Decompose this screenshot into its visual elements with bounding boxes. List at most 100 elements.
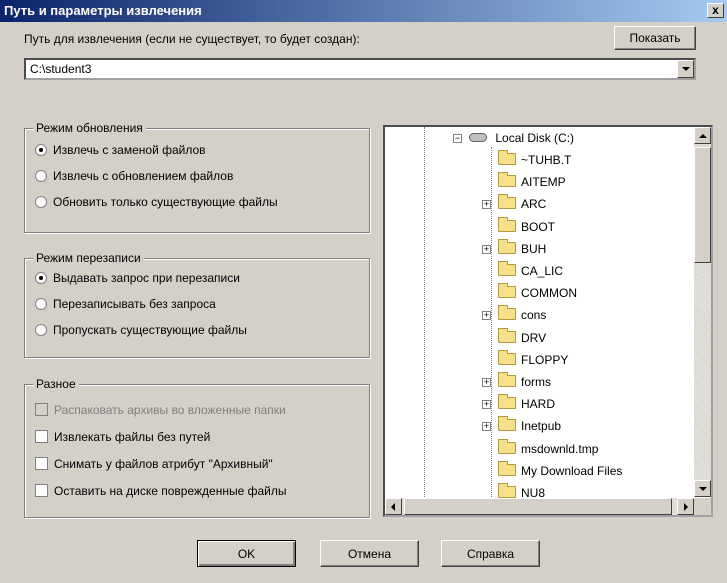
update-mode-option[interactable]: Обновить только существующие файлы bbox=[35, 195, 278, 211]
expand-icon[interactable]: + bbox=[482, 422, 491, 432]
tree-folder-label: ARC bbox=[521, 197, 547, 212]
checkbox[interactable] bbox=[35, 484, 48, 497]
checkbox[interactable] bbox=[35, 430, 48, 443]
disk-icon bbox=[469, 133, 487, 142]
option-label: Извлечь с обновлением файлов bbox=[53, 169, 234, 183]
tree-line bbox=[491, 147, 492, 497]
radio-button[interactable] bbox=[35, 324, 47, 336]
checkbox bbox=[35, 403, 48, 416]
path-dropdown-button[interactable] bbox=[677, 60, 694, 78]
vertical-scrollbar[interactable] bbox=[694, 127, 711, 497]
scroll-left-button[interactable] bbox=[385, 498, 402, 515]
option-label: Обновить только существующие файлы bbox=[53, 195, 278, 209]
help-button[interactable]: Справка bbox=[441, 540, 540, 567]
folder-tree[interactable]: − Local Disk (C:) ~TUHB.T AITEMP + ARC BOOT +… bbox=[383, 125, 713, 517]
radio-button[interactable] bbox=[35, 170, 47, 182]
folder-icon bbox=[498, 283, 516, 299]
collapse-icon[interactable]: − bbox=[453, 134, 462, 143]
arrow-up-icon bbox=[699, 134, 707, 138]
scroll-up-button[interactable] bbox=[694, 127, 711, 144]
tree-folder-item[interactable]: FLOPPY bbox=[498, 349, 569, 371]
tree-folder-item[interactable]: + Inetpub bbox=[482, 416, 561, 437]
expand-icon[interactable]: + bbox=[482, 244, 491, 254]
expand-icon[interactable]: + bbox=[482, 378, 491, 387]
overwrite-mode-option[interactable]: Выдавать запрос при перезаписи bbox=[35, 271, 240, 287]
arrow-down-icon bbox=[699, 487, 707, 491]
radio-button[interactable] bbox=[35, 298, 47, 310]
arrow-right-icon bbox=[684, 503, 688, 511]
tree-folder-label: COMMON bbox=[521, 286, 577, 301]
tree-folder-item[interactable]: ~TUHB.T bbox=[498, 150, 571, 171]
scroll-thumb[interactable] bbox=[694, 147, 711, 263]
update-mode-option[interactable]: Извлечь с заменой файлов bbox=[35, 143, 206, 159]
option-label: Извлечь с заменой файлов bbox=[53, 143, 206, 157]
tree-folder-item[interactable]: CA_LIC bbox=[498, 261, 564, 282]
misc-option[interactable]: Оставить на диске поврежденные файлы bbox=[35, 484, 287, 500]
misc-option[interactable]: Извлекать файлы без путей bbox=[35, 430, 210, 446]
chevron-down-icon bbox=[682, 67, 690, 71]
overwrite-mode-option[interactable]: Перезаписывать без запроса bbox=[35, 297, 216, 313]
folder-icon bbox=[498, 172, 516, 188]
folder-icon bbox=[498, 372, 516, 387]
tree-folder-label: DRV bbox=[521, 330, 547, 345]
tree-folder-item[interactable]: DRV bbox=[498, 327, 547, 349]
title-bar: Путь и параметры извлечения x bbox=[0, 0, 727, 22]
radio-button[interactable] bbox=[35, 196, 47, 208]
hscroll-thumb[interactable] bbox=[404, 498, 672, 515]
tree-folder-label: BUH bbox=[521, 241, 547, 256]
close-button[interactable]: x bbox=[707, 3, 724, 18]
misc-option[interactable]: Снимать у файлов атрибут "Архивный" bbox=[35, 457, 273, 473]
tree-folder-item[interactable]: AITEMP bbox=[498, 172, 566, 193]
horizontal-scrollbar[interactable] bbox=[385, 498, 694, 515]
folder-icon bbox=[498, 327, 516, 343]
tree-folder-item[interactable]: + HARD bbox=[482, 394, 555, 415]
tree-folder-label: FLOPPY bbox=[521, 352, 569, 367]
tree-root[interactable]: − Local Disk (C:) bbox=[453, 131, 575, 149]
option-label: Снимать у файлов атрибут "Архивный" bbox=[54, 457, 273, 471]
tree-folder-item[interactable]: COMMON bbox=[498, 283, 577, 304]
tree-folder-item[interactable]: + BUH bbox=[482, 238, 547, 260]
folder-icon bbox=[498, 483, 516, 498]
cancel-button[interactable]: Отмена bbox=[320, 540, 419, 567]
misc-group: Разное Распаковать архивы во вложенные п… bbox=[24, 377, 370, 518]
folder-icon bbox=[498, 349, 516, 365]
radio-button[interactable] bbox=[35, 144, 47, 156]
folder-icon bbox=[498, 416, 516, 432]
ok-button[interactable]: OK bbox=[197, 540, 296, 567]
update-mode-option[interactable]: Извлечь с обновлением файлов bbox=[35, 169, 233, 185]
expand-icon[interactable]: + bbox=[482, 200, 491, 210]
folder-icon bbox=[498, 194, 516, 210]
radio-button[interactable] bbox=[35, 272, 47, 284]
tree-folder-item[interactable]: BOOT bbox=[498, 216, 556, 238]
tree-folder-item[interactable]: + ARC bbox=[482, 194, 547, 215]
option-label: Выдавать запрос при перезаписи bbox=[53, 271, 240, 285]
tree-folder-label: CA_LIC bbox=[521, 264, 564, 278]
folder-icon bbox=[498, 460, 516, 476]
tree-folder-item[interactable]: + cons bbox=[482, 305, 547, 326]
option-label: Перезаписывать без запроса bbox=[53, 297, 216, 311]
misc-title: Разное bbox=[33, 377, 79, 391]
overwrite-mode-option[interactable]: Пропускать существующие файлы bbox=[35, 323, 247, 339]
expand-icon[interactable]: + bbox=[482, 311, 491, 321]
folder-icon bbox=[498, 216, 516, 232]
folder-icon bbox=[498, 238, 516, 254]
update-mode-title: Режим обновления bbox=[33, 121, 146, 135]
update-mode-group: Режим обновления Извлечь с заменой файло… bbox=[24, 121, 370, 233]
tree-folder-item[interactable]: My Download Files bbox=[498, 460, 622, 482]
tree-folder-label: cons bbox=[521, 308, 547, 323]
tree-folder-item[interactable]: msdownld.tmp bbox=[498, 438, 598, 460]
scroll-right-button[interactable] bbox=[677, 498, 694, 515]
show-button[interactable]: Показать bbox=[614, 26, 696, 50]
option-label: Оставить на диске поврежденные файлы bbox=[54, 484, 287, 498]
path-combo[interactable]: C:\student3 bbox=[24, 58, 696, 80]
window-title: Путь и параметры извлечения bbox=[4, 3, 202, 18]
checkbox[interactable] bbox=[35, 457, 48, 470]
tree-folder-item[interactable]: + forms bbox=[482, 372, 551, 393]
overwrite-mode-group: Режим перезаписи Выдавать запрос при пер… bbox=[24, 251, 370, 358]
expand-icon[interactable]: + bbox=[482, 400, 491, 410]
tree-root-label: Local Disk (C:) bbox=[495, 131, 575, 145]
scroll-down-button[interactable] bbox=[694, 480, 711, 497]
tree-folder-label: BOOT bbox=[521, 219, 556, 234]
folder-icon bbox=[498, 150, 516, 165]
path-input[interactable]: C:\student3 bbox=[30, 62, 91, 76]
